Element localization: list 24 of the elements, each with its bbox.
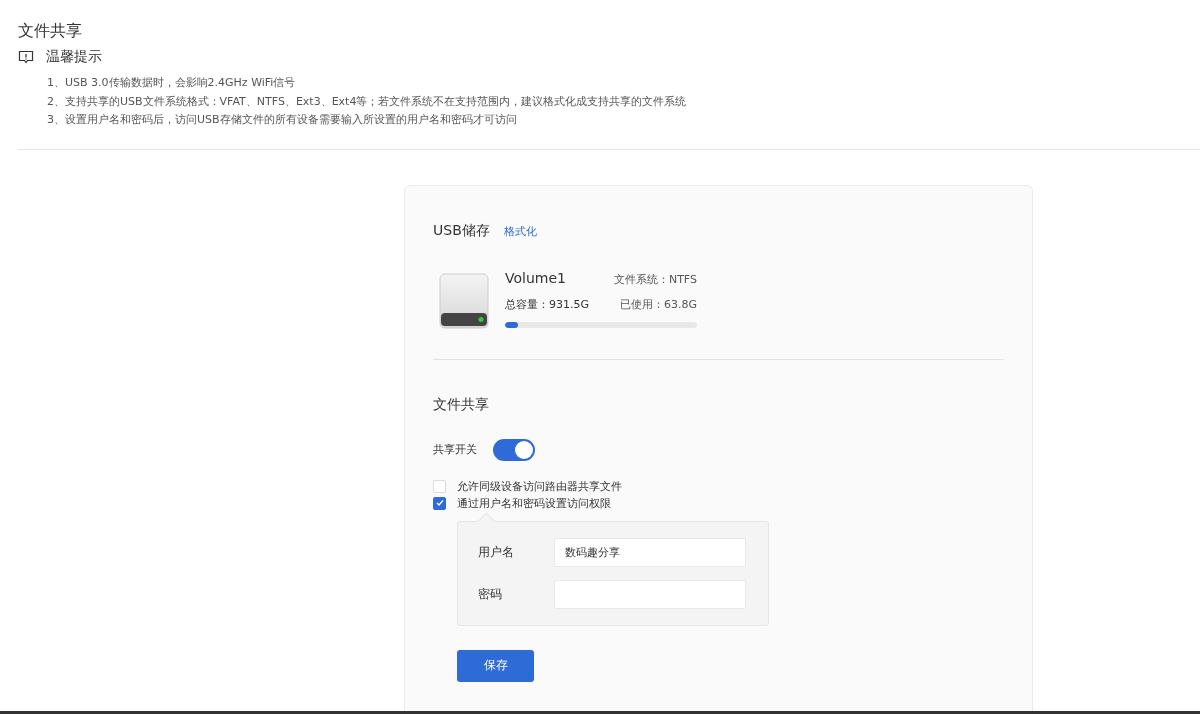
input-field[interactable]: 数码趣分享 <box>554 537 746 567</box>
tip-title: 温馨提示 <box>46 48 102 66</box>
tip-text: 3、设置用户名和密码后，访问USB存储文件的所有设备需要输入所设置的用户名和密码才可访问 <box>47 112 518 128</box>
info-icon <box>18 50 34 64</box>
switch-label: 共享开关 <box>433 442 477 457</box>
share-toggle[interactable] <box>493 438 535 461</box>
hard-drive-icon <box>439 272 489 329</box>
used-text: 已使用：63.8G <box>619 296 697 312</box>
field-label: 用户名 <box>478 543 515 561</box>
volume-name: Volume1 <box>505 269 566 286</box>
tip-text: 2、支持共享的USB文件系统格式：VFAT、NTFS、Ext3、Ext4等；若文件系统不在支持范围内，建议格式化成支持共享的文件系统 <box>47 93 688 110</box>
save-button[interactable]: 保存 <box>457 649 534 682</box>
section-title: 文件共享 <box>433 395 490 414</box>
checkbox-label: 通过用户名和密码设置访问权限 <box>457 495 611 511</box>
capacity-text: 总容量：931.5G <box>505 296 589 312</box>
filesystem-text: 文件系统：NTFS <box>613 271 697 287</box>
format-link[interactable]: 格式化 <box>503 223 537 239</box>
checkbox-label: 允许同级设备访问路由器共享文件 <box>457 478 622 494</box>
page-title: 文件共享 <box>18 20 83 42</box>
check-icon <box>434 498 445 508</box>
section-title: USB储存 <box>433 221 490 240</box>
tip-text: 1、USB 3.0传输数据时，会影响2.4GHz WiFi信号 <box>47 75 297 91</box>
field-label: 密码 <box>478 585 503 603</box>
checkbox[interactable] <box>433 496 446 510</box>
